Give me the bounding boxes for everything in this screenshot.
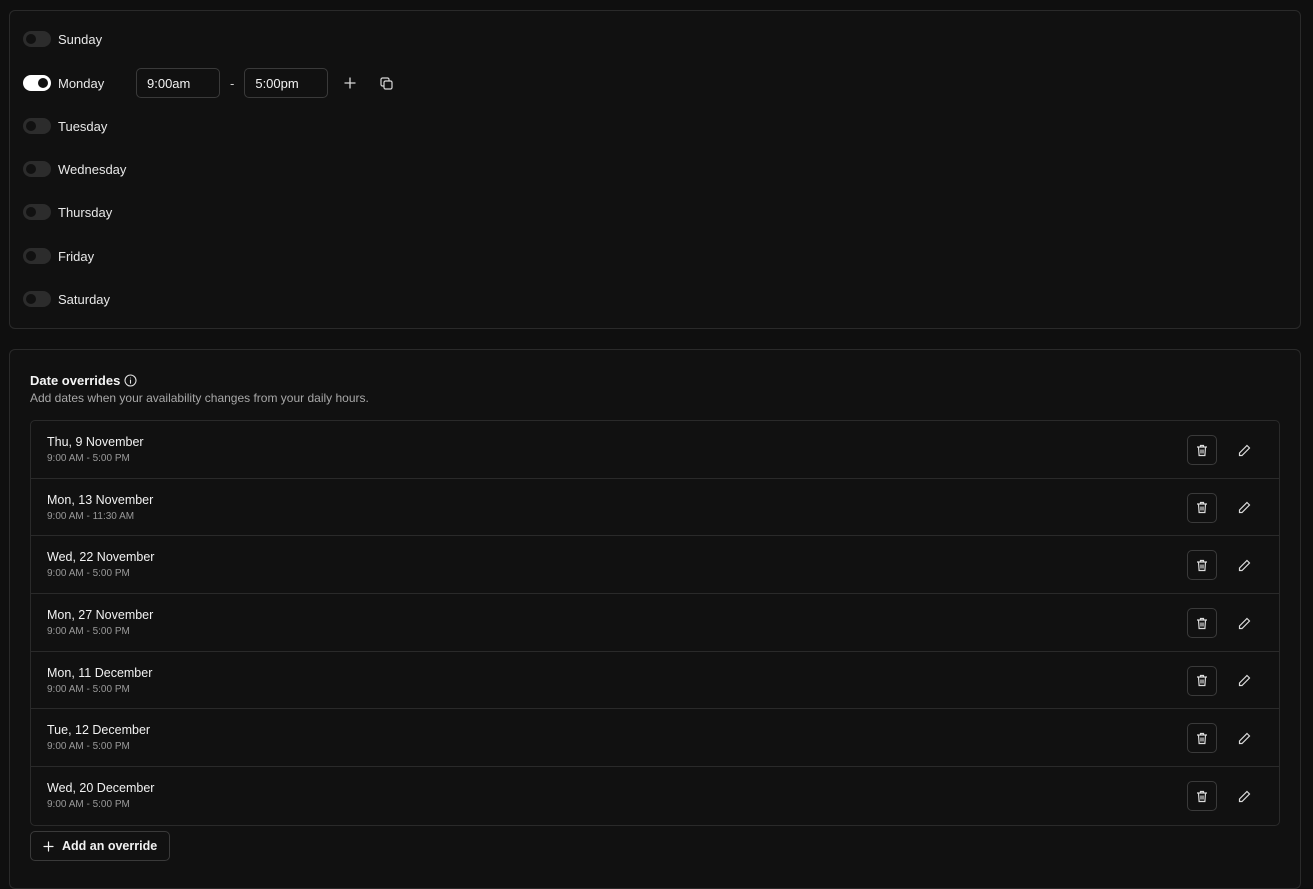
copy-icon[interactable]: [374, 71, 398, 95]
edit-override-button[interactable]: [1229, 435, 1259, 465]
day-label-saturday: Saturday: [58, 291, 111, 307]
day-label-wednesday: Wednesday: [58, 161, 127, 177]
edit-override-button[interactable]: [1229, 723, 1259, 753]
trash-icon: [1197, 617, 1207, 629]
day-label-sunday: Sunday: [58, 31, 103, 47]
delete-override-button[interactable]: [1187, 608, 1217, 639]
add-override-label: Add an override: [62, 839, 158, 853]
trash-icon: [1197, 675, 1207, 687]
day-row-friday: Friday: [23, 241, 136, 271]
pencil-icon: [1238, 501, 1250, 514]
edit-override-button[interactable]: [1229, 666, 1259, 696]
trash-icon: [1197, 559, 1207, 571]
add-override-button[interactable]: Add an override: [30, 831, 171, 861]
delete-override-button[interactable]: [1187, 492, 1217, 523]
override-date: Wed, 20 December: [47, 781, 155, 796]
trash-icon: [1197, 790, 1207, 802]
override-item: Wed, 22 November 9:00 AM - 5:00 PM: [31, 536, 1279, 595]
override-time: 9:00 AM - 11:30 AM: [47, 510, 135, 522]
override-time: 9:00 AM - 5:00 PM: [47, 741, 130, 753]
pencil-icon: [1238, 790, 1250, 802]
trash-icon: [1197, 502, 1207, 514]
day-row-sunday: Sunday: [23, 24, 136, 54]
overrides-title: Date overrides: [30, 373, 137, 388]
day-row-tuesday: Tuesday: [23, 111, 136, 141]
override-item: Mon, 11 December 9:00 AM - 5:00 PM: [31, 652, 1279, 710]
override-date: Wed, 22 November: [47, 550, 155, 565]
override-date: Mon, 11 December: [47, 665, 153, 680]
override-item: Tue, 12 December 9:00 AM - 5:00 PM: [31, 709, 1279, 768]
override-item: Wed, 20 December 9:00 AM - 5:00 PM: [31, 767, 1279, 825]
trash-icon: [1197, 732, 1207, 745]
edit-override-button[interactable]: [1229, 608, 1259, 638]
toggle-thursday[interactable]: [23, 204, 51, 220]
pencil-icon: [1238, 444, 1250, 456]
delete-override-button[interactable]: [1187, 665, 1217, 696]
pencil-icon: [1238, 732, 1250, 745]
trash-icon: [1197, 444, 1207, 456]
day-label-monday: Monday: [58, 75, 105, 91]
override-item: Mon, 27 November 9:00 AM - 5:00 PM: [31, 594, 1279, 652]
pencil-icon: [1238, 674, 1250, 687]
day-row-monday: Monday 9:00am - 5:00pm: [23, 68, 398, 98]
day-row-wednesday: Wednesday: [23, 154, 136, 184]
toggle-tuesday[interactable]: [23, 118, 51, 134]
delete-override-button[interactable]: [1187, 550, 1217, 581]
day-row-thursday: Thursday: [23, 197, 136, 227]
toggle-monday[interactable]: [23, 75, 51, 91]
day-row-saturday: Saturday: [23, 284, 136, 314]
day-label-tuesday: Tuesday: [58, 118, 108, 134]
edit-override-button[interactable]: [1229, 550, 1259, 580]
override-time: 9:00 AM - 5:00 PM: [47, 626, 130, 638]
override-date: Mon, 27 November: [47, 608, 154, 623]
overrides-title-text: Date overrides: [30, 373, 121, 388]
delete-override-button[interactable]: [1187, 781, 1217, 812]
toggle-wednesday[interactable]: [23, 161, 51, 177]
override-item: Thu, 9 November 9:00 AM - 5:00 PM: [31, 421, 1279, 479]
edit-override-button[interactable]: [1229, 781, 1259, 811]
toggle-saturday[interactable]: [23, 291, 51, 307]
pencil-icon: [1238, 559, 1250, 571]
toggle-friday[interactable]: [23, 248, 51, 264]
toggle-sunday[interactable]: [23, 31, 51, 47]
end-time-input[interactable]: 5:00pm: [244, 68, 329, 98]
delete-override-button[interactable]: [1187, 435, 1217, 465]
day-label-thursday: Thursday: [58, 204, 113, 220]
override-date: Thu, 9 November: [47, 435, 144, 449]
override-time: 9:00 AM - 5:00 PM: [47, 799, 130, 811]
plus-icon: [43, 840, 54, 852]
overrides-subtitle: Add dates when your availability changes…: [30, 391, 369, 405]
weekly-hours-card: Sunday Monday 9:00am - 5:00pm Tuesday We…: [9, 10, 1301, 329]
override-item: Mon, 13 November 9:00 AM - 11:30 AM: [31, 479, 1279, 537]
override-time: 9:00 AM - 5:00 PM: [47, 568, 130, 580]
override-date: Tue, 12 December: [47, 723, 151, 738]
override-date: Mon, 13 November: [47, 492, 154, 507]
override-time: 9:00 AM - 5:00 PM: [47, 683, 130, 695]
overrides-list: Thu, 9 November 9:00 AM - 5:00 PM Mon, 1…: [30, 420, 1280, 826]
info-icon[interactable]: [124, 374, 137, 387]
delete-override-button[interactable]: [1187, 723, 1217, 754]
day-label-friday: Friday: [58, 248, 95, 264]
date-overrides-card: Date overrides Add dates when your avail…: [9, 349, 1301, 889]
plus-icon[interactable]: [338, 71, 362, 95]
range-separator: -: [230, 75, 235, 91]
pencil-icon: [1238, 617, 1250, 629]
edit-override-button[interactable]: [1229, 493, 1259, 523]
override-time: 9:00 AM - 5:00 PM: [47, 453, 130, 464]
start-time-input[interactable]: 9:00am: [136, 68, 220, 98]
